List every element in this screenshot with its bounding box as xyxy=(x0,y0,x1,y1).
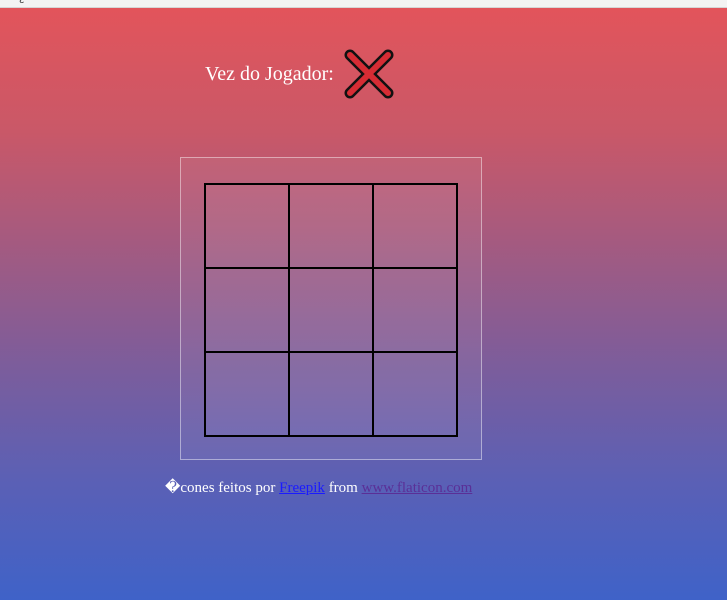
top-strip-glyph: ¿ xyxy=(19,0,24,4)
board-cell-2[interactable] xyxy=(288,183,374,269)
browser-top-strip: ¿ xyxy=(0,0,727,8)
board-cell-7[interactable] xyxy=(204,351,290,437)
board-cell-5[interactable] xyxy=(288,267,374,353)
credits-middle: from xyxy=(328,480,358,496)
board-cell-1[interactable] xyxy=(204,183,290,269)
freepik-link[interactable]: Freepik xyxy=(279,480,325,496)
board-cell-8[interactable] xyxy=(288,351,374,437)
board-cell-3[interactable] xyxy=(372,183,458,269)
game-board xyxy=(204,183,458,437)
board-cell-6[interactable] xyxy=(372,267,458,353)
board-cell-9[interactable] xyxy=(372,351,458,437)
credits-prefix: �cones feitos por xyxy=(165,480,276,496)
x-icon xyxy=(344,49,394,99)
credits-line: �cones feitos por Freepik from www.flati… xyxy=(165,478,472,497)
board-cell-4[interactable] xyxy=(204,267,290,353)
flaticon-link[interactable]: www.flaticon.com xyxy=(362,480,473,496)
turn-indicator: Vez do Jogador: xyxy=(205,45,396,103)
turn-label: Vez do Jogador: xyxy=(205,62,334,85)
